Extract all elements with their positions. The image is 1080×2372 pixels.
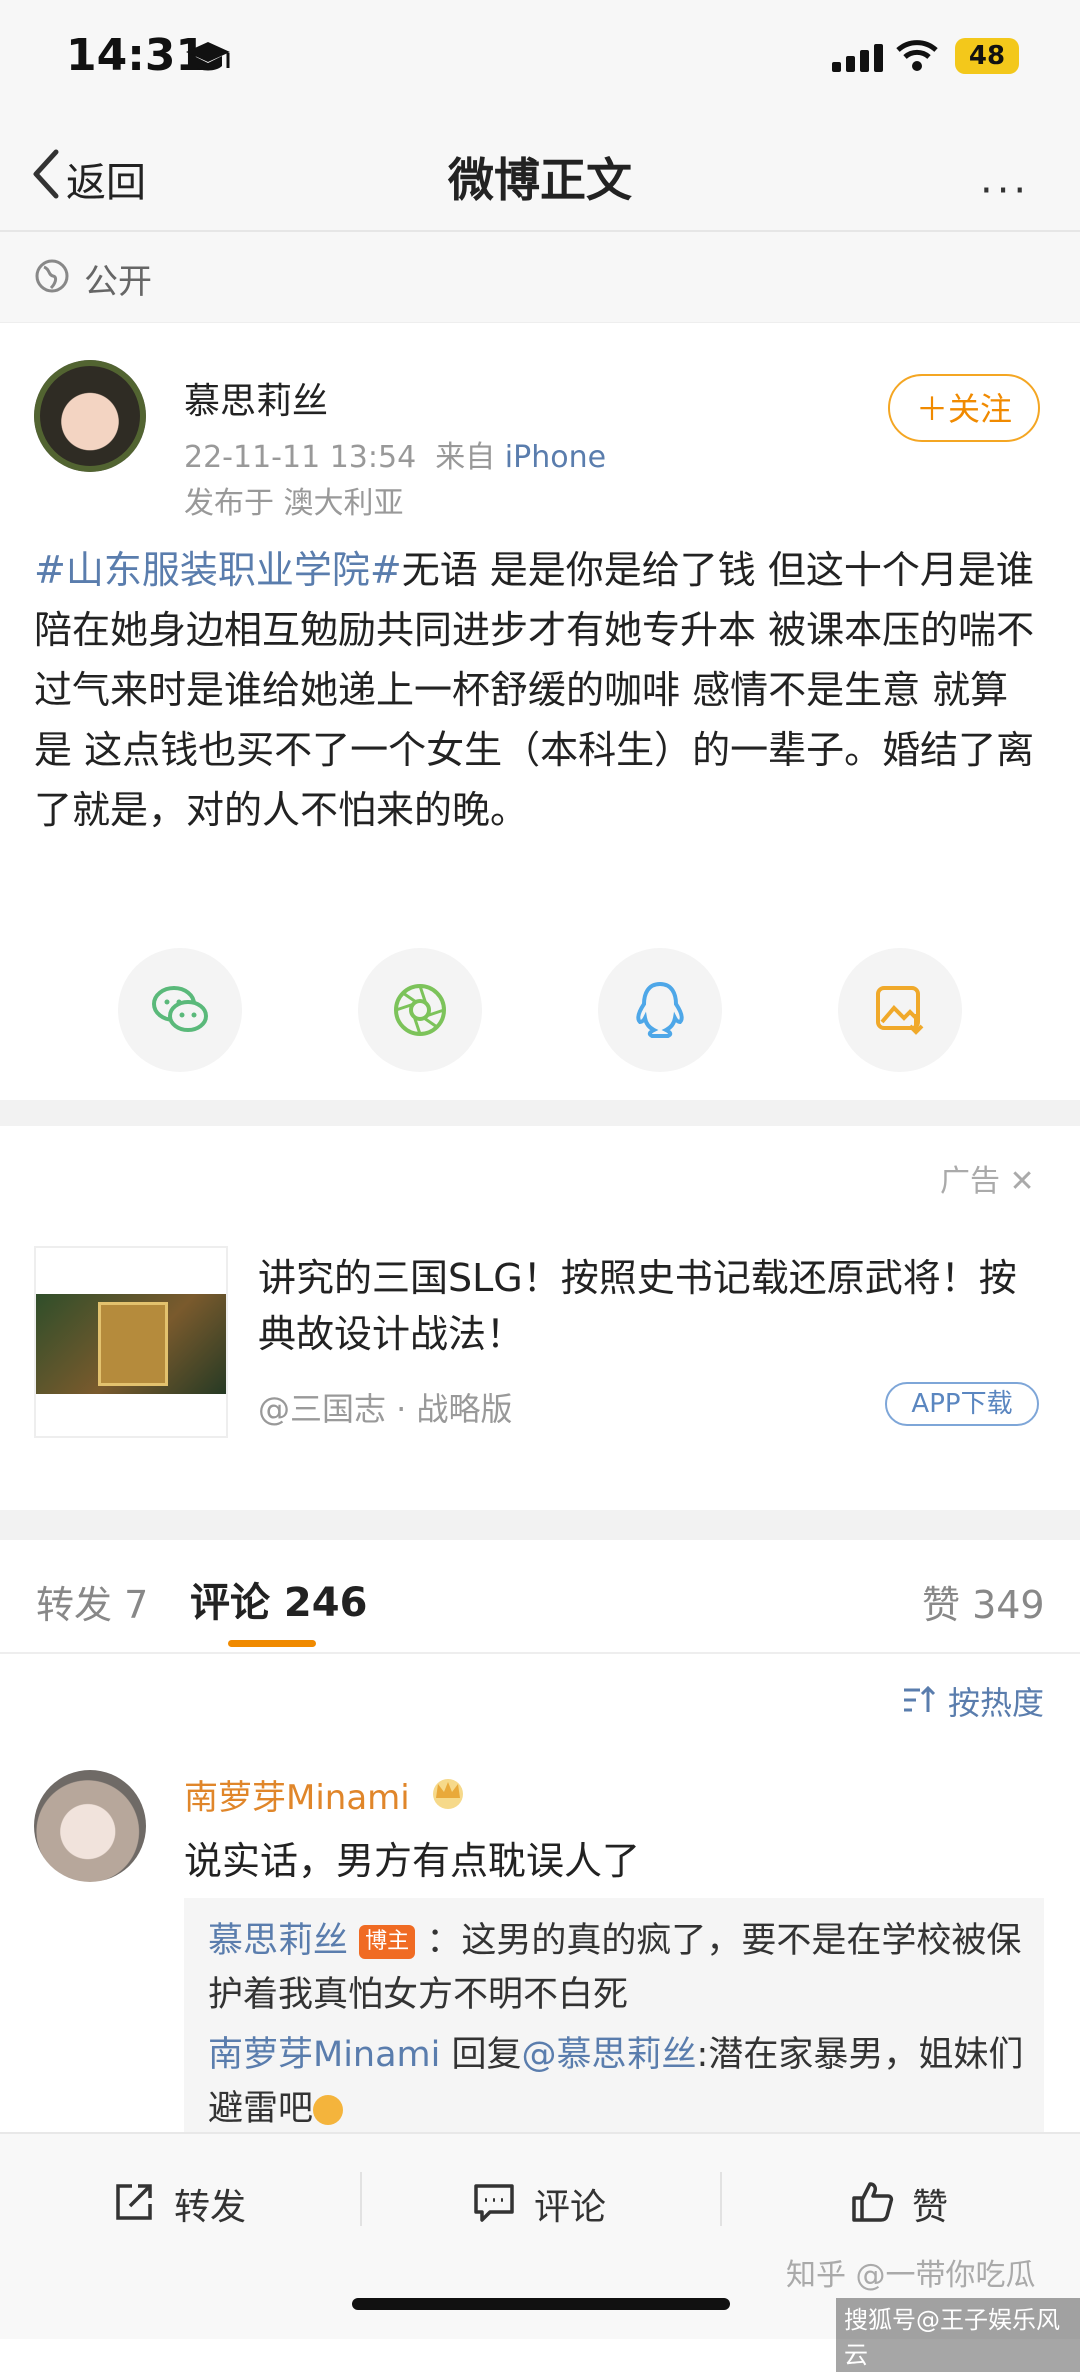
save-image-button[interactable] — [838, 948, 962, 1072]
reply-item: 慕思莉丝 博主 ：这男的真的疯了，要不是在学校被保护着我真怕女方不明不白死 — [208, 1914, 1028, 2022]
comment-button[interactable]: 评论 — [472, 2178, 632, 2228]
comment-icon — [474, 2184, 514, 2222]
crown-badge-icon — [433, 1779, 463, 1809]
blogger-badge: 博主 — [359, 1925, 416, 1959]
app-download-button[interactable]: APP下载 — [885, 1382, 1039, 1426]
share-wechat-button[interactable] — [118, 948, 242, 1072]
section-divider — [0, 1510, 1080, 1540]
qq-icon — [636, 981, 684, 1038]
reply-label: 回复 — [451, 2035, 522, 2075]
reply-author[interactable]: 南萝芽Minami — [208, 2035, 440, 2075]
moments-icon — [394, 984, 446, 1036]
ad-title[interactable]: 讲究的三国SLG！按照史书记载还原武将！按典故设计战法！ — [258, 1250, 1048, 1362]
repost-icon — [116, 2184, 152, 2220]
comment-text: 说实话，男方有点耽误人了 — [184, 1839, 641, 1883]
globe-icon — [35, 259, 69, 293]
commenter-name[interactable]: 南萝芽Minami — [184, 1770, 410, 1819]
reply-thread[interactable]: 慕思莉丝 博主 ：这男的真的疯了，要不是在学校被保护着我真怕女方不明不白死 南萝… — [184, 1898, 1044, 2138]
battery-indicator: 48 — [955, 38, 1019, 74]
wechat-icon — [152, 986, 208, 1032]
visibility-label: 公开 — [84, 262, 152, 302]
post-from-label: 来自 — [435, 440, 496, 475]
tabs-divider — [0, 1652, 1080, 1654]
bar-separator — [360, 2172, 362, 2226]
graduation-cap-icon — [186, 42, 230, 71]
home-indicator — [352, 2298, 730, 2310]
ad-thumbnail[interactable] — [34, 1246, 228, 1438]
post-hashtag[interactable]: #山东服装职业学院# — [34, 548, 402, 592]
reply-mention[interactable]: @慕思莉丝 — [522, 2035, 697, 2075]
zhihu-watermark: 知乎 @一带你吃瓜 — [786, 2258, 1036, 2293]
section-divider — [0, 1100, 1080, 1126]
like-button[interactable]: 赞 — [850, 2178, 990, 2228]
tab-comments[interactable]: 评论 246 — [190, 1570, 367, 1628]
page-title: 微博正文 — [448, 153, 632, 207]
visibility-row: 公开 — [0, 232, 1080, 323]
sort-icon[interactable] — [902, 1684, 936, 1716]
share-qq-button[interactable] — [598, 948, 722, 1072]
reply-author[interactable]: 慕思莉丝 — [208, 1921, 348, 1961]
ad-close-icon[interactable]: ✕ — [1010, 1164, 1035, 1199]
follow-button[interactable]: ＋关注 — [888, 374, 1040, 442]
post-meta: 22-11-11 13:54 来自 iPhone — [184, 432, 606, 476]
share-moments-button[interactable] — [358, 948, 482, 1072]
sort-by-hot-button[interactable]: 按热度 — [948, 1678, 1044, 1724]
post-location: 发布于 澳大利亚 — [184, 486, 404, 521]
nav-bar: 返回 微博正文 ··· — [0, 120, 1080, 232]
more-options-icon[interactable]: ··· — [980, 168, 1030, 214]
wifi-icon — [896, 40, 938, 71]
author-avatar[interactable] — [34, 360, 146, 472]
thumbs-up-icon — [852, 2182, 894, 2222]
cellular-signal-icon — [832, 44, 888, 72]
save-image-icon — [876, 986, 924, 1035]
sohu-watermark: 搜狐号@王子娱乐风云 — [836, 2298, 1080, 2372]
active-tab-indicator — [228, 1640, 316, 1647]
ad-source: @三国志 · 战略版 — [258, 1390, 513, 1428]
bar-separator — [720, 2172, 722, 2226]
status-bar: 14:31 48 — [0, 0, 1080, 120]
post-content: #山东服装职业学院#无语 是是你是给了钱 但这十个月是谁陪在她身边相互勉励共同进… — [34, 540, 1044, 840]
ad-label: 广告 ✕ — [940, 1164, 1035, 1199]
author-name[interactable]: 慕思莉丝 — [184, 372, 328, 424]
tab-likes[interactable]: 赞 349 — [922, 1574, 1045, 1629]
laughing-emoji-icon — [313, 2095, 344, 2125]
repost-button[interactable]: 转发 — [112, 2178, 272, 2228]
tab-reposts[interactable]: 转发 7 — [36, 1574, 148, 1629]
post-date: 22-11-11 13:54 — [184, 440, 417, 475]
post-device[interactable]: iPhone — [505, 440, 606, 475]
commenter-avatar[interactable] — [34, 1770, 146, 1882]
reply-item: 南萝芽Minami 回复@慕思莉丝:潜在家暴男，姐妹们避雷吧 — [208, 2028, 1028, 2136]
